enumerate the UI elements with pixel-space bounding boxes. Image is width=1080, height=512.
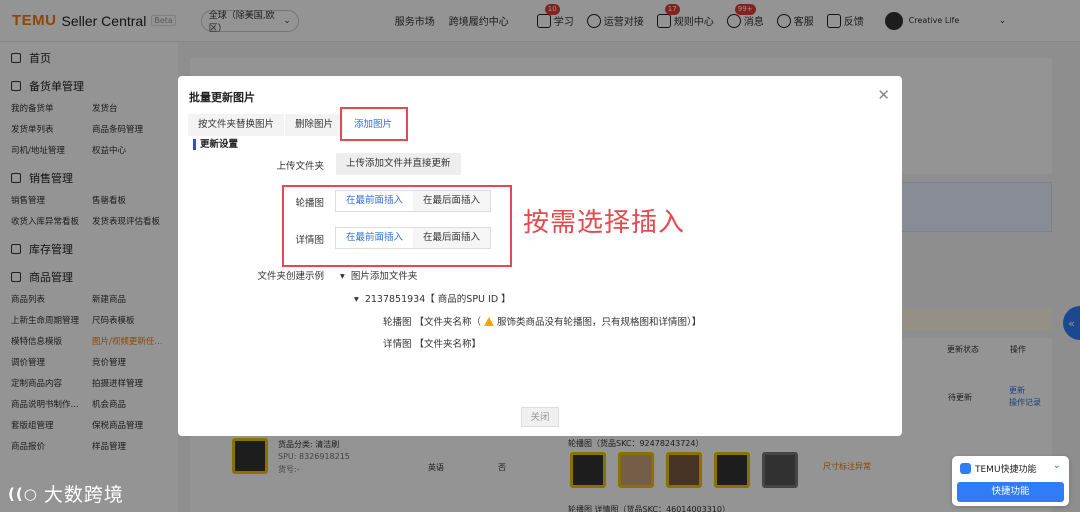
quick-title-label: TEMU快捷功能	[975, 465, 1037, 475]
upload-folder-label: 上传文件夹	[276, 161, 324, 172]
tree-detail: 详情图 【文件夹名称】	[383, 336, 481, 350]
insert-annotation: 按需选择插入	[523, 208, 686, 238]
tree-root: ▾ 图片添加文件夹	[340, 268, 417, 282]
tree-spu: ▾ 2137851934【 商品的SPU ID 】	[354, 291, 511, 305]
upload-and-update-button[interactable]: 上传添加文件并直接更新	[336, 153, 461, 175]
detail-label: 详情图	[295, 235, 324, 246]
quick-functions-widget: TEMU快捷功能 ⌄ 快捷功能	[952, 456, 1069, 506]
tab-delete-images[interactable]: 删除图片	[285, 114, 344, 136]
tree-carousel-note: 服饰类商品没有轮播图，只有规格图和详情图）】	[497, 317, 702, 328]
close-button[interactable]: 关闭	[521, 407, 559, 427]
tree-carousel-label: 轮播图 【文件夹名称（	[383, 317, 482, 328]
tree-carousel: 轮播图 【文件夹名称（ 服饰类商品没有轮播图，只有规格图和详情图）】	[383, 314, 701, 328]
watermark: ((○ 大数跨境	[8, 480, 124, 507]
detail-insert-front[interactable]: 在最前面插入	[336, 228, 414, 248]
detail-insert-toggle: 在最前面插入 在最后面插入	[335, 227, 492, 249]
temu-quick-icon	[960, 463, 971, 474]
detail-insert-back[interactable]: 在最后面插入	[413, 228, 491, 248]
carousel-insert-front[interactable]: 在最前面插入	[336, 191, 414, 211]
caret-down-icon: ▾	[354, 294, 359, 305]
close-icon[interactable]: ✕	[877, 86, 890, 104]
tree-root-label: 图片添加文件夹	[350, 271, 418, 282]
highlight-box-tab	[340, 107, 408, 141]
watermark-logo-icon: ((○	[8, 484, 38, 503]
tree-detail-label: 详情图 【文件夹名称】	[383, 339, 482, 350]
quick-title: TEMU快捷功能	[960, 462, 1037, 475]
caret-down-icon: ▾	[340, 271, 345, 282]
collapse-icon[interactable]: ⌄	[1053, 460, 1061, 471]
carousel-insert-back[interactable]: 在最后面插入	[413, 191, 491, 211]
carousel-label: 轮播图	[295, 198, 324, 209]
dialog-title: 批量更新图片	[189, 91, 255, 104]
batch-update-images-dialog: 批量更新图片 ✕ 按文件夹替换图片 删除图片 添加图片 更新设置 上传文件夹 上…	[178, 76, 902, 436]
watermark-text: 大数跨境	[43, 484, 124, 506]
folder-example-label: 文件夹创建示例	[257, 271, 324, 282]
quick-functions-button[interactable]: 快捷功能	[957, 482, 1064, 502]
warning-icon	[484, 317, 495, 326]
carousel-insert-toggle: 在最前面插入 在最后面插入	[335, 190, 492, 212]
section-heading: 更新设置	[193, 139, 238, 150]
tab-replace-by-folder[interactable]: 按文件夹替换图片	[188, 114, 285, 136]
tree-spu-label: 2137851934【 商品的SPU ID 】	[364, 294, 511, 305]
